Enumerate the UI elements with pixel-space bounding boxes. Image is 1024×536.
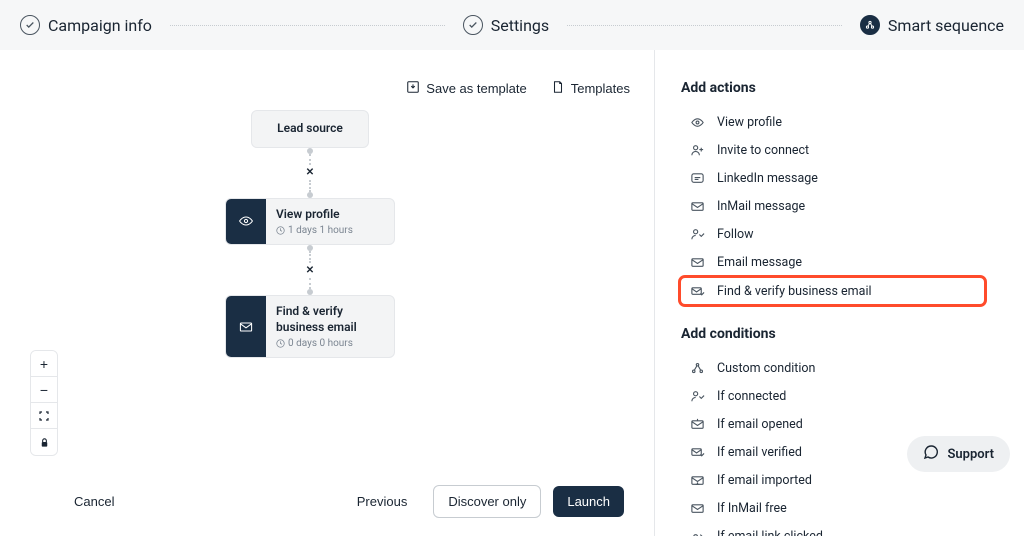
- action-item[interactable]: Find & verify business email: [681, 278, 984, 304]
- step-label: Campaign info: [48, 16, 152, 35]
- action-icon: [689, 198, 705, 214]
- node-lead-source[interactable]: Lead source: [251, 110, 369, 148]
- zoom-in-button[interactable]: +: [31, 351, 57, 377]
- condition-item[interactable]: If email link clicked: [681, 524, 984, 536]
- previous-button[interactable]: Previous: [343, 486, 422, 517]
- support-button[interactable]: Support: [907, 436, 1010, 472]
- node-view-profile[interactable]: View profile 1 days 1 hours: [225, 198, 395, 246]
- step-label: Settings: [491, 16, 549, 35]
- action-label: Invite to connect: [717, 143, 809, 158]
- sequence-icon: [860, 15, 880, 35]
- action-label: Email message: [717, 255, 802, 270]
- cancel-button[interactable]: Cancel: [60, 486, 128, 517]
- condition-item[interactable]: Custom condition: [681, 356, 984, 380]
- connector[interactable]: ✕: [225, 148, 395, 198]
- condition-icon: [689, 416, 705, 432]
- condition-icon: [689, 528, 705, 536]
- condition-label: If email opened: [717, 417, 803, 432]
- step-smart-sequence[interactable]: Smart sequence: [860, 15, 1004, 35]
- step-campaign-info[interactable]: Campaign info: [20, 15, 152, 35]
- condition-label: If email link clicked: [717, 529, 823, 536]
- templates-button[interactable]: Templates: [551, 80, 630, 97]
- condition-item[interactable]: If email opened: [681, 412, 984, 436]
- check-icon: [20, 15, 40, 35]
- action-item[interactable]: Email message: [681, 250, 984, 274]
- action-icon: [689, 226, 705, 242]
- action-icon: [689, 114, 705, 130]
- step-label: Smart sequence: [888, 16, 1004, 35]
- zoom-controls: + −: [30, 350, 58, 456]
- chat-icon: [923, 444, 939, 464]
- condition-label: If InMail free: [717, 501, 787, 516]
- remove-icon: ✕: [306, 265, 314, 276]
- condition-icon: [689, 444, 705, 460]
- action-item[interactable]: View profile: [681, 110, 984, 134]
- action-label: View profile: [717, 115, 782, 130]
- condition-icon: [689, 388, 705, 404]
- action-item[interactable]: Follow: [681, 222, 984, 246]
- lock-button[interactable]: [31, 429, 57, 455]
- save-icon: [406, 80, 420, 97]
- step-divider: [170, 25, 445, 26]
- stepper: Campaign info Settings Smart sequence: [0, 0, 1024, 50]
- node-find-verify-email[interactable]: Find & verify business email 0 days 0 ho…: [225, 295, 395, 358]
- action-icon: [689, 142, 705, 158]
- save-as-template-button[interactable]: Save as template: [406, 80, 526, 97]
- condition-item[interactable]: If InMail free: [681, 496, 984, 520]
- condition-label: Custom condition: [717, 361, 815, 376]
- add-actions-header: Add actions: [681, 80, 984, 96]
- action-icon: [689, 170, 705, 186]
- footer-bar: Cancel Previous Discover only Launch: [0, 485, 654, 518]
- action-item[interactable]: InMail message: [681, 194, 984, 218]
- condition-icon: [689, 472, 705, 488]
- condition-label: If email imported: [717, 473, 812, 488]
- action-label: InMail message: [717, 199, 805, 214]
- zoom-out-button[interactable]: −: [31, 377, 57, 403]
- condition-icon: [689, 500, 705, 516]
- fit-screen-button[interactable]: [31, 403, 57, 429]
- action-label: Find & verify business email: [717, 284, 872, 299]
- check-icon: [463, 15, 483, 35]
- action-icon: [689, 283, 705, 299]
- condition-label: If connected: [717, 389, 786, 404]
- launch-button[interactable]: Launch: [553, 486, 624, 517]
- flow-container: Lead source ✕ View profile 1 days 1 hour…: [225, 110, 395, 358]
- document-icon: [551, 80, 565, 97]
- step-settings[interactable]: Settings: [463, 15, 549, 35]
- action-label: Follow: [717, 227, 754, 242]
- discover-only-button[interactable]: Discover only: [433, 485, 541, 518]
- sequence-canvas[interactable]: Save as template Templates Lead source ✕…: [0, 50, 654, 536]
- condition-item[interactable]: If connected: [681, 384, 984, 408]
- action-item[interactable]: Invite to connect: [681, 138, 984, 162]
- condition-label: If email verified: [717, 445, 802, 460]
- remove-icon: ✕: [306, 167, 314, 178]
- add-conditions-header: Add conditions: [681, 326, 984, 342]
- action-icon: [689, 254, 705, 270]
- eye-icon: [226, 199, 266, 245]
- connector[interactable]: ✕: [225, 245, 395, 295]
- step-divider: [567, 25, 842, 26]
- action-item[interactable]: LinkedIn message: [681, 166, 984, 190]
- action-label: LinkedIn message: [717, 171, 818, 186]
- mail-icon: [226, 296, 266, 357]
- condition-icon: [689, 360, 705, 376]
